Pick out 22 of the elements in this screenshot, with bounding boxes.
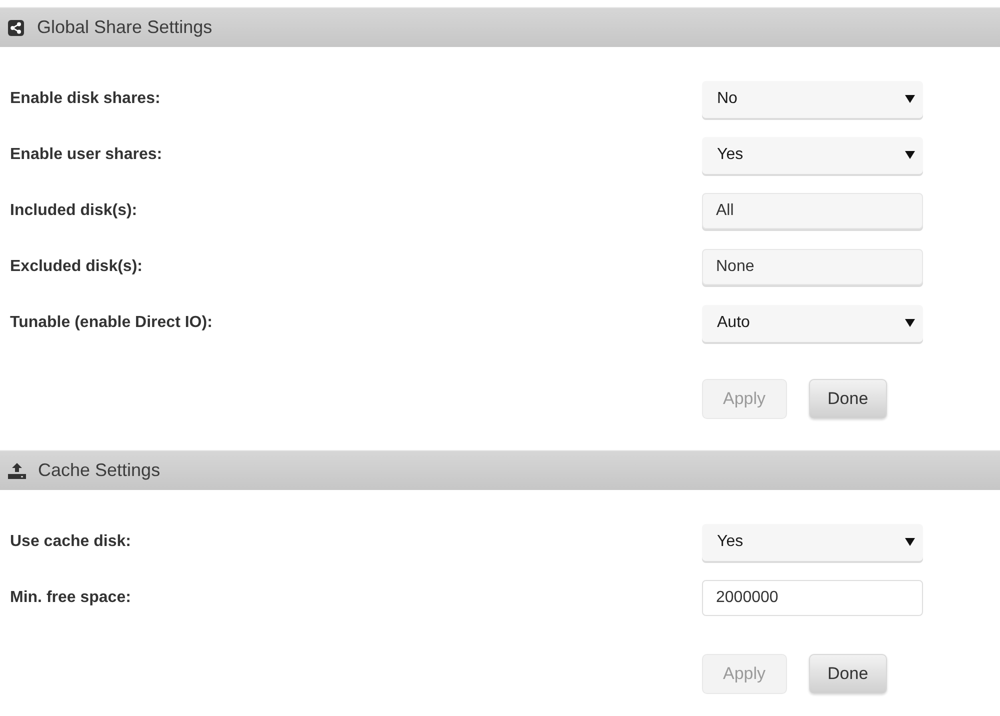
caret-down-icon bbox=[905, 95, 915, 103]
caret-down-icon bbox=[905, 151, 915, 159]
field-label: Excluded disk(s): bbox=[10, 258, 142, 276]
done-button[interactable]: Done bbox=[808, 654, 888, 694]
section-title: Cache Settings bbox=[38, 460, 160, 481]
done-button[interactable]: Done bbox=[808, 379, 888, 419]
upload-icon bbox=[8, 462, 26, 478]
dropdown[interactable]: No bbox=[702, 80, 923, 118]
field-label: Enable disk shares: bbox=[10, 90, 160, 108]
field-label: Enable user shares: bbox=[10, 146, 162, 164]
section-title: Global Share Settings bbox=[37, 17, 212, 38]
field-label: Tunable (enable Direct IO): bbox=[10, 314, 212, 332]
share-icon bbox=[8, 20, 24, 36]
caret-down-icon bbox=[905, 538, 915, 546]
field-label: Min. free space: bbox=[10, 589, 131, 607]
dropdown[interactable]: Auto bbox=[702, 304, 923, 342]
input-field[interactable]: 2000000 bbox=[702, 580, 923, 616]
dropdown[interactable]: Yes bbox=[702, 524, 923, 560]
field-label: Use cache disk: bbox=[10, 533, 131, 551]
caret-down-icon bbox=[905, 319, 915, 327]
dropdown[interactable]: Yes bbox=[702, 136, 923, 174]
field-label: Included disk(s): bbox=[10, 202, 138, 220]
